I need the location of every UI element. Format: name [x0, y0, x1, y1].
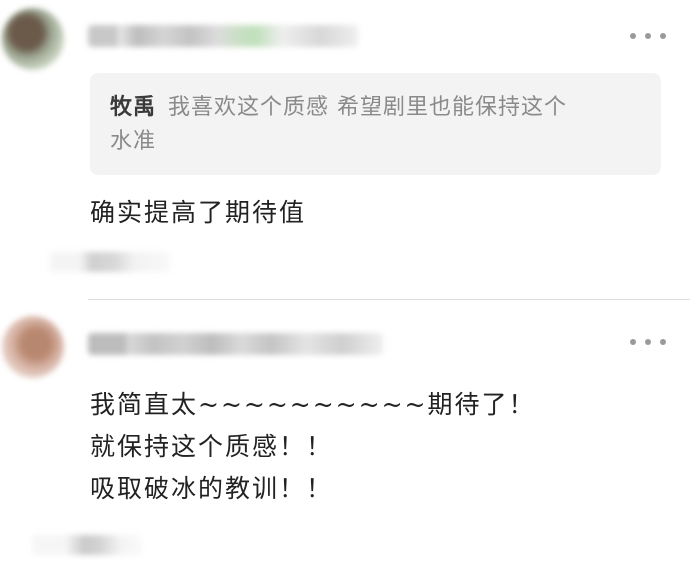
divider: [88, 299, 690, 300]
comment-text: 我简直太~~~~~~~~~~期待了！ 就保持这个质感！！ 吸取破冰的教训！！: [90, 384, 535, 510]
quoted-text-line-1: 我喜欢这个质感 希望剧里也能保持这个: [168, 95, 568, 120]
comment-meta-blurred: [32, 535, 142, 555]
comment-line-2: 就保持这个质感！！: [90, 432, 334, 461]
avatar[interactable]: [2, 8, 64, 70]
more-options-icon[interactable]: [630, 31, 666, 41]
dot: [630, 33, 636, 39]
comment-text: 确实提高了期待值: [90, 198, 307, 227]
comment-meta-blurred: [50, 252, 170, 272]
comment-line-1: 我简直太~~~~~~~~~~期待了！: [90, 390, 536, 419]
quoted-reply[interactable]: 牧禹 我喜欢这个质感 希望剧里也能保持这个 水准: [90, 73, 661, 175]
dot: [645, 33, 651, 39]
quoted-author[interactable]: 牧禹: [110, 94, 156, 120]
more-options-icon[interactable]: [630, 337, 666, 347]
username-blurred[interactable]: [88, 333, 383, 355]
username-blurred[interactable]: [88, 25, 358, 47]
dot: [660, 339, 666, 345]
dot: [630, 339, 636, 345]
quoted-text-line-2: 水准: [110, 129, 157, 154]
avatar[interactable]: [2, 316, 64, 378]
dot: [660, 33, 666, 39]
dot: [645, 339, 651, 345]
comment-line-3: 吸取破冰的教训！！: [90, 474, 334, 503]
